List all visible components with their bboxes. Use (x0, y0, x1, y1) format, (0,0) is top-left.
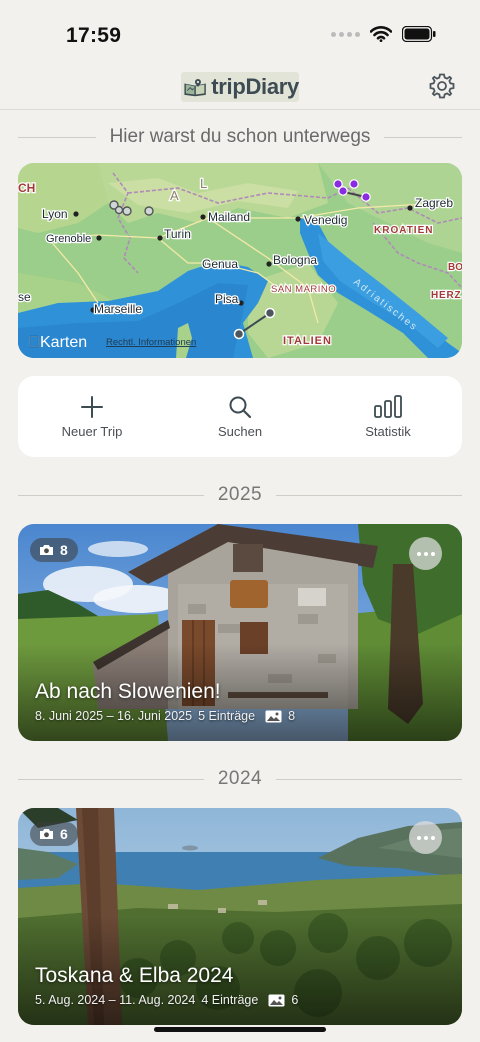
map-label-ch: CH (18, 181, 35, 195)
trip-meta: 5. Aug. 2024 – 11. Aug. 2024 4 Einträge … (35, 993, 298, 1007)
battery-icon (402, 26, 436, 42)
apple-maps-attribution:  Karten (28, 334, 87, 351)
svg-text::  (28, 334, 40, 351)
map-label-pisa: Pisa (215, 292, 239, 306)
maps-attribution: Karten (40, 334, 87, 351)
divider (18, 136, 96, 138)
photo-count-badge: 8 (30, 538, 78, 562)
trip-dates: 8. Juni 2025 – 16. Juni 2025 (35, 709, 193, 723)
divider (276, 778, 462, 780)
app-logo: tripDiary (181, 72, 299, 102)
trip-entries: 4 Einträge (201, 993, 259, 1007)
photo-count-badge: 6 (30, 822, 78, 846)
status-time: 17:59 (66, 24, 122, 47)
map-label-herz: HERZ (431, 290, 461, 301)
map-label-kroatien: KROATIEN (374, 225, 433, 236)
divider (276, 494, 462, 496)
map-label-turin: Turin (164, 227, 191, 241)
plus-icon (81, 396, 103, 418)
image-icon (265, 710, 282, 722)
year-heading-2024: 2024 (18, 768, 462, 790)
map-label-se: se (18, 290, 31, 304)
map-label-bo: BO (448, 262, 462, 273)
search-button[interactable]: Suchen (166, 376, 314, 457)
trip-dates: 5. Aug. 2024 – 11. Aug. 2024 (35, 993, 196, 1007)
trip-more-button[interactable] (409, 821, 442, 854)
map-label-a: A (170, 188, 181, 203)
logo-text: tripDiary (211, 74, 299, 99)
map-label-mailand: Mailand (208, 210, 250, 224)
settings-gear-icon[interactable] (428, 72, 456, 100)
image-icon (268, 994, 285, 1006)
photo-count: 8 (60, 542, 68, 558)
book-map-icon (184, 79, 206, 97)
map-label-genua: Genua (202, 257, 238, 271)
home-indicator (154, 1027, 326, 1032)
trip-photos: 8 (288, 709, 296, 723)
trip-title: Ab nach Slowenien! (35, 680, 221, 703)
trip-more-button[interactable] (409, 537, 442, 570)
map-label-marseille: Marseille (94, 302, 142, 316)
statistics-button[interactable]: Statistik (314, 376, 462, 457)
map-label-italien: ITALIEN (283, 335, 332, 347)
quick-actions: Neuer Trip Suchen Statistik (18, 376, 462, 457)
divider (18, 494, 204, 496)
year-heading-2025: 2025 (18, 484, 462, 506)
map-label-bologna: Bologna (273, 253, 317, 267)
cellular-signal-icon (331, 31, 360, 37)
map-label-lyon: Lyon (42, 207, 68, 221)
new-trip-button[interactable]: Neuer Trip (18, 376, 166, 457)
bar-chart-icon (374, 395, 402, 418)
map-canvas[interactable]: CH Lyon Grenoble Mailand Turin Genua Ven… (18, 163, 462, 358)
map-label-l: L (200, 176, 207, 191)
status-icons (331, 26, 436, 42)
new-trip-label: Neuer Trip (61, 424, 123, 439)
map-label-san-marino: SAN MARINO (271, 284, 336, 295)
divider (384, 136, 462, 138)
map-label-grenoble: Grenoble (46, 233, 91, 245)
intro-heading: Hier warst du schon unterwegs (18, 126, 462, 148)
year-label: 2024 (217, 768, 263, 789)
statistics-label: Statistik (365, 424, 411, 439)
camera-icon (40, 829, 53, 839)
search-label: Suchen (217, 424, 263, 439)
trip-photos: 6 (291, 993, 299, 1007)
ellipsis-icon (416, 551, 421, 556)
year-label: 2025 (217, 484, 263, 505)
divider (18, 778, 204, 780)
status-bar: 17:59 (0, 0, 480, 64)
legal-link[interactable]: Rechtl. Informationen (106, 337, 196, 348)
intro-heading-text: Hier warst du schon unterwegs (109, 126, 371, 147)
navbar: tripDiary (0, 64, 480, 110)
map-label-venedig: Venedig (304, 213, 347, 227)
trip-card-slovenia[interactable]: 8 Ab nach Slowenien! 8. Juni 2025 – 16. … (18, 524, 462, 741)
search-icon (229, 396, 252, 419)
trips-map[interactable]: CH Lyon Grenoble Mailand Turin Genua Ven… (18, 163, 462, 358)
photo-count: 6 (60, 826, 68, 842)
map-label-zagreb: Zagreb (415, 196, 453, 210)
trip-entries: 5 Einträge (198, 709, 256, 723)
camera-icon (40, 545, 53, 555)
trip-title: Toskana & Elba 2024 (35, 964, 234, 987)
ellipsis-icon (416, 835, 421, 840)
trip-meta: 8. Juni 2025 – 16. Juni 2025 5 Einträge … (35, 709, 295, 723)
wifi-icon (370, 26, 392, 42)
trip-card-tuscany[interactable]: 6 Toskana & Elba 2024 5. Aug. 2024 – 11.… (18, 808, 462, 1025)
